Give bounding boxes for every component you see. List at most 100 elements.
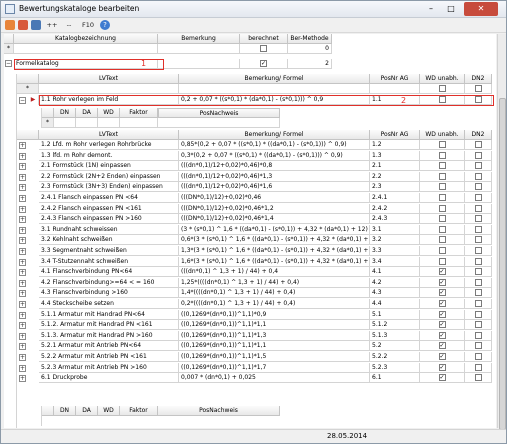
lv-formula[interactable]: 0,6*(3 * (s*0,1) ^ 1,6 * ((da*0,1) - (s*…: [179, 235, 370, 246]
expand-row-icon[interactable]: +: [19, 173, 26, 181]
expand-row-icon[interactable]: +: [19, 301, 26, 308]
header-katalogbezeichnung[interactable]: Katalogbezeichnung: [14, 34, 158, 44]
new-catalog-row[interactable]: * 0: [4, 44, 496, 54]
vertical-scrollbar[interactable]: [497, 34, 506, 430]
dn2-checkbox[interactable]: [474, 204, 482, 212]
table-row[interactable]: +6.1 Druckprobe 0,007 * (dn*0,1) + 0,025 6…: [17, 373, 495, 384]
wd-checkbox[interactable]: [438, 225, 446, 233]
header-posnr-ag-2[interactable]: PosNr AG: [370, 130, 420, 140]
dn2-checkbox[interactable]: [474, 342, 482, 350]
lv-text[interactable]: 5.1.3. Armatur mit Handrad PN >160: [39, 330, 179, 341]
dn2-checkbox[interactable]: [474, 172, 482, 180]
dn2-checkbox[interactable]: [474, 162, 482, 170]
expand-row-icon[interactable]: +: [19, 332, 26, 340]
header-wd-unabh-2[interactable]: WD unabh.: [420, 130, 465, 140]
header-bemerkung[interactable]: Bemerkung: [158, 34, 240, 44]
table-row[interactable]: +4.4 Steckscheibe setzen 0,2*((((dn*0,1) …: [17, 299, 495, 309]
wd-checkbox[interactable]: ✓: [438, 289, 446, 297]
dn2-checkbox[interactable]: [474, 331, 482, 339]
lv-formula[interactable]: (((DN*0,1)/12)+0,02)*0,46*1,4: [179, 214, 370, 225]
lv-posnr[interactable]: 3.4: [370, 256, 420, 267]
expand-row-icon[interactable]: +: [19, 364, 26, 372]
lv-text[interactable]: 4.3 Flanschverbindung >160: [39, 288, 179, 299]
catalog-berechnet-checkbox[interactable]: ✓: [260, 60, 267, 67]
table-row[interactable]: +2.2 Formstück (2N+2 Enden) einpassen(((…: [17, 171, 495, 182]
dn2-checkbox[interactable]: [474, 141, 482, 148]
wd-checkbox[interactable]: [438, 257, 446, 265]
refresh-icon[interactable]: [5, 20, 15, 30]
lv-text[interactable]: 2.1 Formstück (1N) einpassen: [39, 161, 179, 172]
lv-text[interactable]: 6.1 Druckprobe: [39, 373, 179, 384]
wd-checkbox[interactable]: [438, 172, 446, 180]
save-icon[interactable]: [31, 20, 41, 30]
wd-checkbox[interactable]: ✓: [438, 321, 446, 329]
header-faktor-bottom[interactable]: Faktor: [120, 406, 158, 416]
lv-text[interactable]: 3.1 Rundnaht schweissen: [39, 224, 179, 235]
dn2-checkbox[interactable]: [474, 321, 482, 329]
lv-text[interactable]: 5.2.2 Armatur mit Antrieb PN <161: [39, 352, 179, 362]
wd-checkbox[interactable]: [438, 247, 446, 254]
expand-row-icon[interactable]: +: [19, 290, 26, 298]
lv-text[interactable]: 4.2 Flanschverbindung>=64 < = 160: [39, 277, 179, 288]
dn2-checkbox[interactable]: [474, 194, 482, 201]
header-lvtext[interactable]: LVText: [39, 74, 179, 84]
expand-row-icon[interactable]: +: [19, 258, 26, 266]
table-row[interactable]: +5.1.2. Armatur mit Handrad PN <161 ((0,1…: [17, 320, 495, 331]
header-faktor[interactable]: Faktor: [120, 108, 158, 118]
wd-checkbox[interactable]: [438, 151, 446, 159]
header-da[interactable]: DA: [76, 108, 98, 118]
lv-posnr[interactable]: 5.2.3: [370, 362, 420, 373]
lv-posnr[interactable]: 2.1: [370, 161, 420, 172]
dn2-checkbox[interactable]: [474, 374, 482, 382]
lv-posnr[interactable]: 2.4.2: [370, 203, 420, 214]
table-row[interactable]: +5.2.1 Armatur mit Antrieb PN<64 ((0,1269…: [17, 341, 495, 352]
header-bemerkung-formel-2[interactable]: Bemerkung/ Formel: [179, 130, 370, 140]
lv-posnr[interactable]: 1.2: [370, 140, 420, 150]
wd-checkbox[interactable]: ✓: [438, 310, 446, 318]
table-row[interactable]: +2.3 Formstück (3N+3) Enden) einpassen((…: [17, 182, 495, 193]
expand-row-icon[interactable]: +: [19, 354, 26, 361]
wd-checkbox[interactable]: ✓: [438, 300, 446, 307]
table-row[interactable]: +5.2.2 Armatur mit Antrieb PN <161 ((0,12…: [17, 352, 495, 362]
catalog-ber-methode[interactable]: 2: [288, 59, 332, 69]
header-posnr-ag[interactable]: PosNr AG: [370, 74, 420, 84]
lv-formula[interactable]: ((0,1269*(dn*0,1))^1,1)*1,3: [179, 330, 370, 341]
dn2-checkbox[interactable]: [474, 257, 482, 265]
expand-row-icon[interactable]: +: [19, 269, 26, 277]
expand-row-icon[interactable]: +: [19, 163, 26, 171]
header-dn-bottom[interactable]: DN: [54, 406, 76, 416]
lv-text[interactable]: 2.4.3 Flansch einpassen PN >160: [39, 214, 179, 225]
lv-formula[interactable]: (((dn*0,1) ^ 1,3 + 1) / 44) + 0,4: [179, 267, 370, 278]
expand-all-button[interactable]: ++: [45, 19, 59, 32]
lv-formula[interactable]: 1,3*(3 * (s*0,1) ^ 1,6 * ((da*0,1) - (s*…: [179, 246, 370, 256]
lv-formula[interactable]: (((dn*0,1)/12+0,02)*0,46)*1,3: [179, 171, 370, 182]
lv-text[interactable]: 2.3 Formstück (3N+3) Enden) einpassen: [39, 182, 179, 193]
dn2-checkbox[interactable]: [474, 215, 482, 223]
expand-row-icon[interactable]: +: [19, 322, 26, 330]
expand-row-icon[interactable]: +: [19, 184, 26, 192]
dn2-checkbox[interactable]: [474, 353, 482, 360]
lv-posnr[interactable]: 2.3: [370, 182, 420, 193]
table-row[interactable]: +5.2.3 Armatur mit Antrieb PN >160 ((0,12…: [17, 362, 495, 373]
lv-formula[interactable]: (((DN*0,1)/12)+0,02)*0,46*1,2: [179, 203, 370, 214]
wd-checkbox[interactable]: ✓: [438, 278, 446, 286]
expand-row-icon[interactable]: +: [19, 248, 26, 255]
lv-text[interactable]: 4.1 Flanschverbindung PN<64: [39, 267, 179, 278]
expand-row-icon[interactable]: +: [19, 343, 26, 351]
header-posnachweis[interactable]: PosNachweis: [158, 108, 280, 118]
scrollbar-thumb[interactable]: [499, 98, 506, 430]
dn2-checkbox[interactable]: [474, 268, 482, 276]
dn2-checkbox[interactable]: [474, 310, 482, 318]
minimize-button[interactable]: –: [422, 2, 440, 16]
wd-checkbox[interactable]: ✓: [438, 342, 446, 350]
header-wd[interactable]: WD: [98, 108, 120, 118]
lv-text[interactable]: 5.1.1 Armatur mit Handrad PN<64: [39, 309, 179, 320]
wd-checkbox[interactable]: ✓: [438, 374, 446, 382]
lv-text[interactable]: 1.2 Lfd. m Rohr verlegen Rohrbrücke: [39, 140, 179, 150]
lv-text[interactable]: 2.4.1 Flansch einpassen PN <64: [39, 193, 179, 203]
expand-row-icon[interactable]: +: [19, 152, 26, 160]
lv-formula[interactable]: (((dn*0,1)/12+0,02)*0,46)*0,8: [179, 161, 370, 172]
f10-button[interactable]: F10: [80, 19, 96, 32]
lv-posnr[interactable]: 2.4.3: [370, 214, 420, 225]
table-row[interactable]: +4.2 Flanschverbindung>=64 < = 160 1,25*(…: [17, 277, 495, 288]
